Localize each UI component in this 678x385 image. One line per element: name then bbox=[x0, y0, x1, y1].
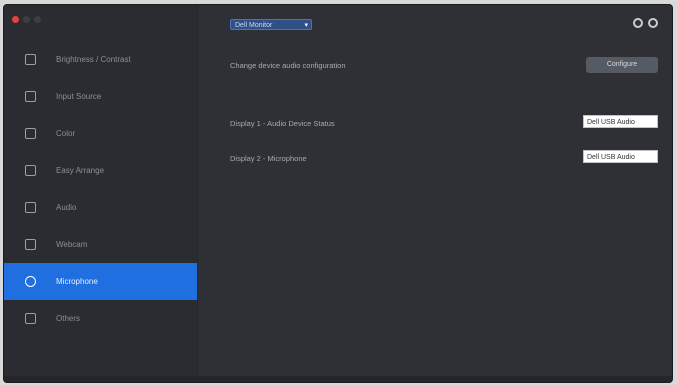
row3-label: Display 2 - Microphone bbox=[230, 154, 307, 163]
sidebar-item-color[interactable]: Color bbox=[4, 115, 197, 152]
row2-label: Display 1 - Audio Device Status bbox=[230, 119, 335, 128]
settings-icon[interactable] bbox=[633, 18, 643, 28]
close-button[interactable] bbox=[12, 16, 19, 23]
minimize-button[interactable] bbox=[23, 16, 30, 23]
sidebar-item-label: Color bbox=[56, 129, 76, 138]
sidebar-item-label: Microphone bbox=[56, 277, 98, 286]
grid-icon bbox=[25, 313, 36, 324]
row1-label: Change device audio configuration bbox=[230, 61, 346, 70]
sun-icon bbox=[25, 54, 36, 65]
chevron-down-icon: ▾ bbox=[304, 22, 308, 29]
palette-icon bbox=[25, 128, 36, 139]
sidebar-nav: Brightness / Contrast Input Source Color… bbox=[4, 41, 197, 337]
sidebar-item-label: Brightness / Contrast bbox=[56, 55, 131, 64]
sidebar-item-label: Audio bbox=[56, 203, 77, 212]
monitor-select-value: Dell Monitor bbox=[235, 22, 273, 29]
sidebar-item-webcam[interactable]: Webcam bbox=[4, 226, 197, 263]
sidebar-item-brightness[interactable]: Brightness / Contrast bbox=[4, 41, 197, 78]
layout-icon bbox=[25, 165, 36, 176]
microphone-icon bbox=[25, 276, 36, 287]
sidebar-item-label: Input Source bbox=[56, 92, 102, 101]
info-icon[interactable] bbox=[648, 18, 658, 28]
configure-button[interactable]: Configure bbox=[586, 57, 658, 73]
sidebar-item-audio[interactable]: Audio bbox=[4, 189, 197, 226]
input-icon bbox=[25, 91, 36, 102]
speaker-icon bbox=[25, 202, 36, 213]
sidebar: Brightness / Contrast Input Source Color… bbox=[4, 5, 198, 382]
app-window: Brightness / Contrast Input Source Color… bbox=[4, 5, 672, 382]
row3-field[interactable]: Dell USB Audio bbox=[583, 150, 658, 163]
monitor-select[interactable]: Dell Monitor ▾ bbox=[230, 19, 312, 30]
camera-icon bbox=[25, 239, 36, 250]
window-controls bbox=[12, 16, 41, 23]
maximize-button[interactable] bbox=[34, 16, 41, 23]
sidebar-item-label: Others bbox=[56, 314, 81, 323]
sidebar-item-label: Webcam bbox=[56, 240, 88, 249]
sidebar-item-others[interactable]: Others bbox=[4, 300, 197, 337]
sidebar-item-input-source[interactable]: Input Source bbox=[4, 78, 197, 115]
header-icons bbox=[633, 18, 658, 28]
sidebar-item-microphone[interactable]: Microphone bbox=[4, 263, 197, 300]
sidebar-item-label: Easy Arrange bbox=[56, 166, 105, 175]
row2-field[interactable]: Dell USB Audio bbox=[583, 115, 658, 128]
status-bar bbox=[4, 376, 672, 382]
sidebar-item-easy-arrange[interactable]: Easy Arrange bbox=[4, 152, 197, 189]
